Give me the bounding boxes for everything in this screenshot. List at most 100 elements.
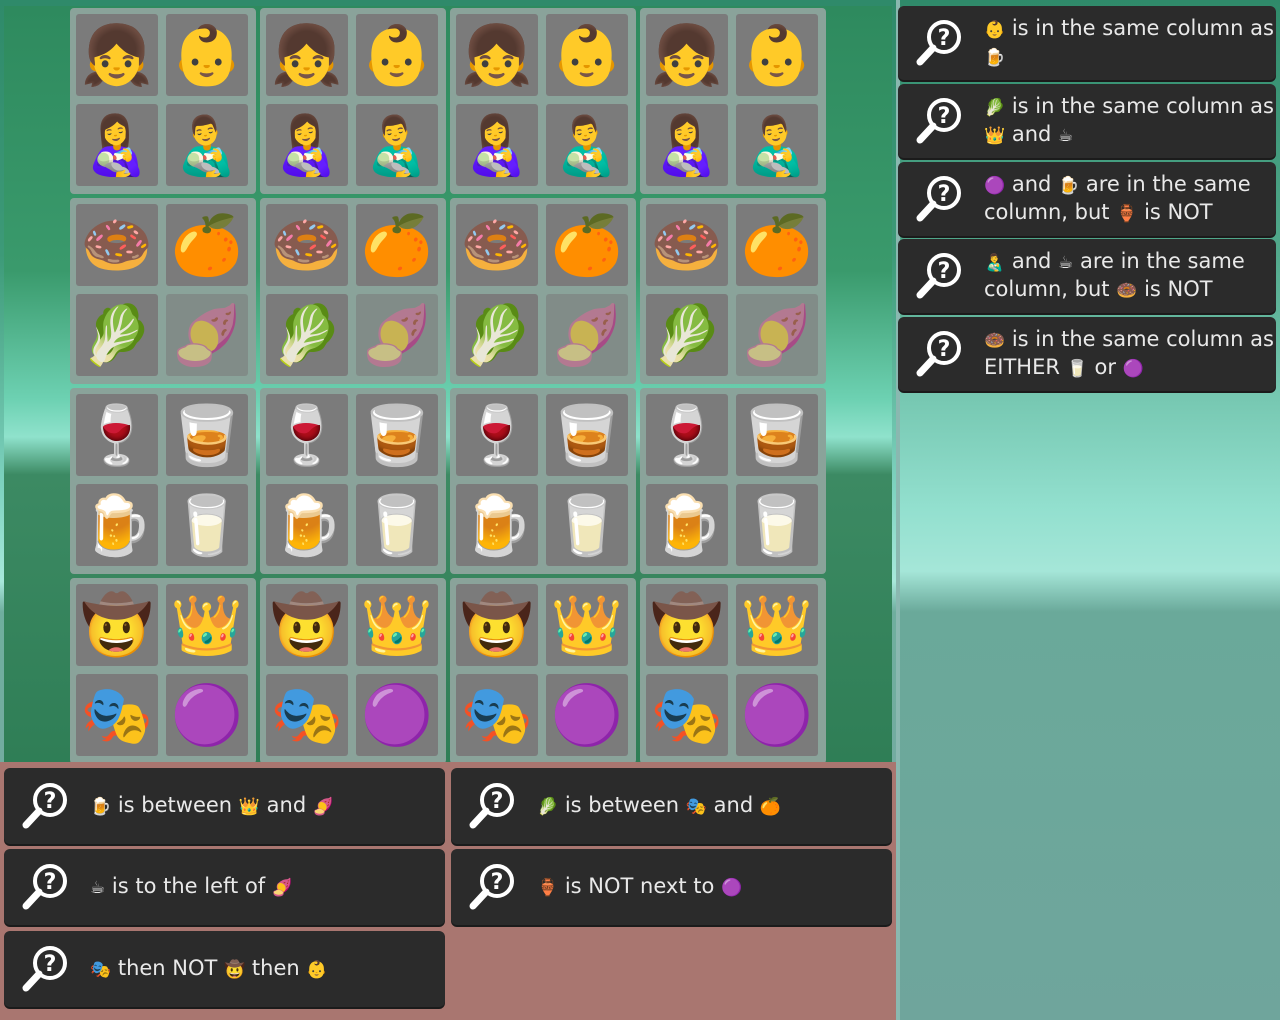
candidate-cell-people-2[interactable]: 👶 [546,14,628,96]
candidate-icon: 🍷 [650,401,724,469]
candidate-cell-drinks-3[interactable]: 🍺 [456,484,538,566]
candidate-icon: 🍺 [460,491,534,559]
candidate-icon: 🍩 [460,211,534,279]
candidate-cell-people-3[interactable]: 👩‍🍼 [76,104,158,186]
candidate-cell-hats-3[interactable]: 🎭 [266,674,348,756]
bottom_clues-clue-4[interactable]: ? 🏺 is NOT next to 🟣 [451,849,892,925]
candidate-cell-drinks-1[interactable]: 🍷 [266,394,348,476]
candidate-cell-food-1[interactable]: 🍩 [266,204,348,286]
candidate-cell-hats-2[interactable]: 👑 [166,584,248,666]
candidate-cell-people-3[interactable]: 👩‍🍼 [646,104,728,186]
candidate-icon: 👑 [360,591,434,659]
candidate-cell-hats-3[interactable]: 🎭 [646,674,728,756]
category-block-hats-col-1: 🤠 👑 🎭 🟣 [70,578,256,764]
candidate-cell-drinks-2[interactable]: 🥃 [736,394,818,476]
clue-phrase: then [245,956,307,980]
category-block-food-col-4: 🍩 🍊 🥬 🍠 [640,198,826,384]
candidate-cell-food-1[interactable]: 🍩 [76,204,158,286]
candidate-cell-hats-1[interactable]: 🤠 [266,584,348,666]
candidate-cell-hats-2[interactable]: 👑 [546,584,628,666]
clue-item-icon: 👑 [984,126,1006,146]
candidate-cell-hats-3[interactable]: 🎭 [456,674,538,756]
candidate-cell-hats-4[interactable]: 🟣 [356,674,438,756]
candidate-cell-food-4[interactable]: 🍠 [736,294,818,376]
candidate-cell-food-2[interactable]: 🍊 [356,204,438,286]
candidate-cell-drinks-4[interactable]: 🥛 [356,484,438,566]
candidate-cell-food-2[interactable]: 🍊 [736,204,818,286]
candidate-cell-food-3[interactable]: 🥬 [266,294,348,376]
clue-item-icon: ☕ [90,878,106,898]
candidate-cell-food-1[interactable]: 🍩 [456,204,538,286]
candidate-cell-hats-1[interactable]: 🤠 [646,584,728,666]
candidate-cell-people-1[interactable]: 👧 [456,14,538,96]
candidate-cell-drinks-1[interactable]: 🍷 [76,394,158,476]
candidate-cell-people-2[interactable]: 👶 [356,14,438,96]
candidate-cell-drinks-2[interactable]: 🥃 [356,394,438,476]
right_clues-clue-3[interactable]: ? 🟣 and 🍺 are in the same column, but 🏺 i… [898,162,1276,236]
candidate-cell-food-3[interactable]: 🥬 [646,294,728,376]
candidate-cell-food-3[interactable]: 🥬 [76,294,158,376]
clue-phrase: and [706,793,760,817]
right_clues-clue-1[interactable]: ? 👶 is in the same column as 🍺 [898,6,1276,80]
candidate-cell-hats-2[interactable]: 👑 [356,584,438,666]
bottom_clues-clue-5[interactable]: ? 🎭 then NOT 🤠 then 👶 [4,931,445,1007]
clue-item-icon: 🎭 [90,960,112,980]
candidate-cell-hats-4[interactable]: 🟣 [736,674,818,756]
candidate-cell-food-4[interactable]: 🍠 [356,294,438,376]
clue-item-icon: 🟣 [1122,359,1144,379]
candidate-cell-drinks-4[interactable]: 🥛 [736,484,818,566]
candidate-cell-drinks-4[interactable]: 🥛 [166,484,248,566]
clue-item-icon: 🥛 [1066,359,1088,379]
candidate-icon: 🍊 [740,211,814,279]
candidate-cell-hats-1[interactable]: 🤠 [456,584,538,666]
candidate-cell-people-3[interactable]: 👩‍🍼 [456,104,538,186]
candidate-cell-hats-1[interactable]: 🤠 [76,584,158,666]
right_clues-clue-5[interactable]: ? 🍩 is in the same column as EITHER 🥛 or … [898,317,1276,391]
clue-item-icon: 🏺 [537,878,559,898]
candidate-cell-food-2[interactable]: 🍊 [546,204,628,286]
candidate-cell-people-4[interactable]: 👨‍🍼 [736,104,818,186]
candidate-cell-drinks-4[interactable]: 🥛 [546,484,628,566]
candidate-cell-drinks-3[interactable]: 🍺 [646,484,728,566]
candidate-icon: 👨‍🍼 [740,111,814,179]
right_clues-clue-4[interactable]: ? 👨‍🍼 and ☕ are in the same column, but 🍩… [898,239,1276,313]
right_clues-clue-2[interactable]: ? 🥬 is in the same column as 👑 and ☕ [898,84,1276,158]
candidate-icon: 👧 [650,21,724,89]
clue-text: 👶 is in the same column as 🍺 [984,15,1274,71]
candidate-cell-food-2[interactable]: 🍊 [166,204,248,286]
candidate-cell-people-2[interactable]: 👶 [166,14,248,96]
candidate-cell-drinks-3[interactable]: 🍺 [76,484,158,566]
candidate-cell-people-1[interactable]: 👧 [76,14,158,96]
candidate-cell-people-3[interactable]: 👩‍🍼 [266,104,348,186]
candidate-icon: 🎭 [650,681,724,749]
candidate-cell-people-4[interactable]: 👨‍🍼 [546,104,628,186]
candidate-cell-food-4[interactable]: 🍠 [546,294,628,376]
candidate-cell-people-4[interactable]: 👨‍🍼 [356,104,438,186]
candidate-cell-food-4[interactable]: 🍠 [166,294,248,376]
candidate-icon: 🤠 [460,591,534,659]
candidate-cell-drinks-2[interactable]: 🥃 [546,394,628,476]
candidate-cell-drinks-3[interactable]: 🍺 [266,484,348,566]
candidate-icon: 🍷 [80,401,154,469]
candidate-icon: 👧 [80,21,154,89]
candidate-icon: 🥬 [80,301,154,369]
bottom_clues-clue-3[interactable]: ? ☕ is to the left of 🍠 [4,849,445,925]
candidate-cell-food-3[interactable]: 🥬 [456,294,538,376]
candidate-cell-people-1[interactable]: 👧 [266,14,348,96]
candidate-cell-drinks-2[interactable]: 🥃 [166,394,248,476]
candidate-cell-people-1[interactable]: 👧 [646,14,728,96]
bottom_clues-clue-1[interactable]: ? 🍺 is between 👑 and 🍠 [4,768,445,844]
candidate-cell-people-2[interactable]: 👶 [736,14,818,96]
category-block-drinks-col-3: 🍷 🥃 🍺 🥛 [450,388,636,574]
candidate-cell-food-1[interactable]: 🍩 [646,204,728,286]
candidate-cell-hats-4[interactable]: 🟣 [546,674,628,756]
candidate-cell-people-4[interactable]: 👨‍🍼 [166,104,248,186]
candidate-cell-hats-4[interactable]: 🟣 [166,674,248,756]
bottom_clues-clue-2[interactable]: ? 🥬 is between 🎭 and 🍊 [451,768,892,844]
candidate-cell-drinks-1[interactable]: 🍷 [646,394,728,476]
candidate-cell-hats-3[interactable]: 🎭 [76,674,158,756]
candidate-cell-hats-2[interactable]: 👑 [736,584,818,666]
candidate-icon: 🥬 [460,301,534,369]
category-block-people-col-4: 👧 👶 👩‍🍼 👨‍🍼 [640,8,826,194]
candidate-cell-drinks-1[interactable]: 🍷 [456,394,538,476]
